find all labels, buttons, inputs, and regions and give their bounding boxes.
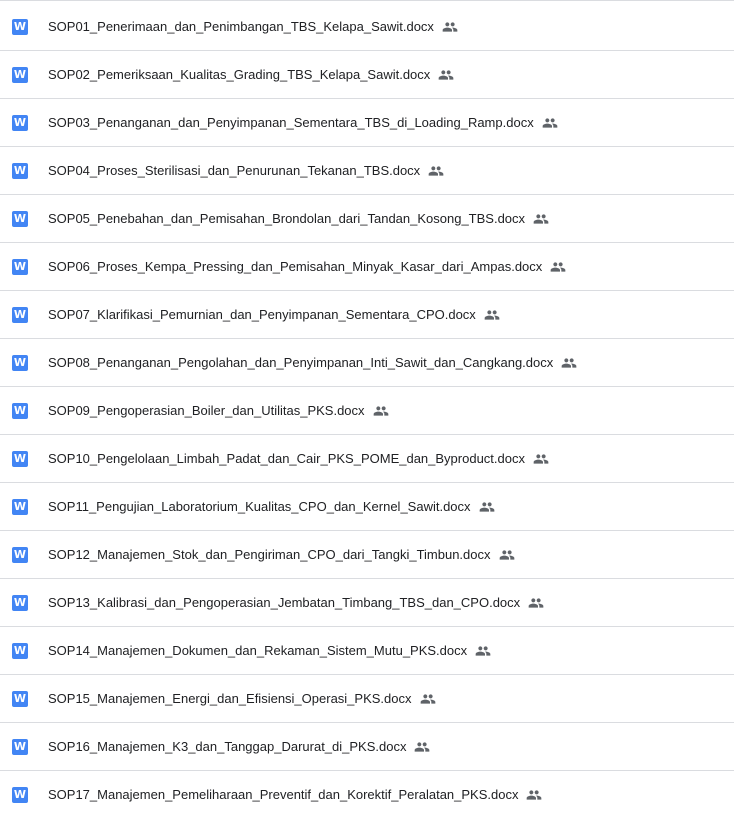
word-doc-icon: W bbox=[12, 354, 28, 371]
file-name[interactable]: SOP06_Proses_Kempa_Pressing_dan_Pemisaha… bbox=[48, 259, 566, 275]
shared-people-icon bbox=[475, 643, 491, 659]
shared-people-icon bbox=[533, 211, 549, 227]
file-name[interactable]: SOP07_Klarifikasi_Pemurnian_dan_Penyimpa… bbox=[48, 307, 500, 323]
word-doc-icon: W bbox=[12, 738, 28, 755]
shared-people-icon bbox=[526, 787, 542, 803]
file-row[interactable]: W SOP05_Penebahan_dan_Pemisahan_Brondolan… bbox=[0, 195, 734, 243]
file-name-label: SOP10_Pengelolaan_Limbah_Padat_dan_Cair_… bbox=[48, 451, 525, 466]
file-name[interactable]: SOP05_Penebahan_dan_Pemisahan_Brondolan_… bbox=[48, 211, 549, 227]
word-doc-icon: W bbox=[12, 546, 28, 563]
file-name-label: SOP09_Pengoperasian_Boiler_dan_Utilitas_… bbox=[48, 403, 365, 418]
file-name-label: SOP08_Penanganan_Pengolahan_dan_Penyimpa… bbox=[48, 355, 554, 370]
file-row[interactable]: W SOP07_Klarifikasi_Pemurnian_dan_Penyimp… bbox=[0, 291, 734, 339]
word-doc-icon: W bbox=[12, 114, 28, 131]
file-name[interactable]: SOP08_Penanganan_Pengolahan_dan_Penyimpa… bbox=[48, 355, 577, 371]
shared-people-icon bbox=[420, 691, 436, 707]
file-name-label: SOP13_Kalibrasi_dan_Pengoperasian_Jembat… bbox=[48, 595, 521, 610]
file-name[interactable]: SOP13_Kalibrasi_dan_Pengoperasian_Jembat… bbox=[48, 595, 544, 611]
file-row[interactable]: W SOP11_Pengujian_Laboratorium_Kualitas_C… bbox=[0, 483, 734, 531]
shared-people-icon bbox=[479, 499, 495, 515]
file-row[interactable]: W SOP02_Pemeriksaan_Kualitas_Grading_TBS_… bbox=[0, 51, 734, 99]
file-name-label: SOP11_Pengujian_Laboratorium_Kualitas_CP… bbox=[48, 499, 471, 514]
file-row[interactable]: W SOP12_Manajemen_Stok_dan_Pengiriman_CPO… bbox=[0, 531, 734, 579]
file-row[interactable]: W SOP17_Manajemen_Pemeliharaan_Preventif_… bbox=[0, 771, 734, 818]
file-row[interactable]: W SOP09_Pengoperasian_Boiler_dan_Utilitas… bbox=[0, 387, 734, 435]
word-doc-icon: W bbox=[12, 498, 28, 515]
file-name-label: SOP07_Klarifikasi_Pemurnian_dan_Penyimpa… bbox=[48, 307, 476, 322]
word-doc-icon: W bbox=[12, 210, 28, 227]
file-name[interactable]: SOP10_Pengelolaan_Limbah_Padat_dan_Cair_… bbox=[48, 451, 549, 467]
file-row[interactable]: W SOP16_Manajemen_K3_dan_Tanggap_Darurat_… bbox=[0, 723, 734, 771]
file-name-label: SOP06_Proses_Kempa_Pressing_dan_Pemisaha… bbox=[48, 259, 543, 274]
shared-people-icon bbox=[528, 595, 544, 611]
file-name[interactable]: SOP03_Penanganan_dan_Penyimpanan_Sementa… bbox=[48, 115, 558, 131]
word-doc-icon: W bbox=[12, 18, 28, 35]
file-row[interactable]: W SOP15_Manajemen_Energi_dan_Efisiensi_Op… bbox=[0, 675, 734, 723]
file-row[interactable]: W SOP03_Penanganan_dan_Penyimpanan_Sement… bbox=[0, 99, 734, 147]
file-row[interactable]: W SOP13_Kalibrasi_dan_Pengoperasian_Jemba… bbox=[0, 579, 734, 627]
file-name[interactable]: SOP12_Manajemen_Stok_dan_Pengiriman_CPO_… bbox=[48, 547, 515, 563]
file-name-label: SOP05_Penebahan_dan_Pemisahan_Brondolan_… bbox=[48, 211, 526, 226]
shared-people-icon bbox=[484, 307, 500, 323]
file-row[interactable]: W SOP14_Manajemen_Dokumen_dan_Rekaman_Sis… bbox=[0, 627, 734, 675]
shared-people-icon bbox=[428, 163, 444, 179]
shared-people-icon bbox=[550, 259, 566, 275]
word-doc-icon: W bbox=[12, 642, 28, 659]
file-name[interactable]: SOP15_Manajemen_Energi_dan_Efisiensi_Ope… bbox=[48, 691, 436, 707]
file-name-label: SOP14_Manajemen_Dokumen_dan_Rekaman_Sist… bbox=[48, 643, 468, 658]
word-doc-icon: W bbox=[12, 690, 28, 707]
word-doc-icon: W bbox=[12, 306, 28, 323]
word-doc-icon: W bbox=[12, 450, 28, 467]
file-name-label: SOP17_Manajemen_Pemeliharaan_Preventif_d… bbox=[48, 787, 519, 802]
shared-people-icon bbox=[438, 67, 454, 83]
file-name-label: SOP02_Pemeriksaan_Kualitas_Grading_TBS_K… bbox=[48, 67, 431, 82]
file-name-label: SOP01_Penerimaan_dan_Penimbangan_TBS_Kel… bbox=[48, 19, 434, 34]
word-doc-icon: W bbox=[12, 402, 28, 419]
file-row[interactable]: W SOP08_Penanganan_Pengolahan_dan_Penyimp… bbox=[0, 339, 734, 387]
word-doc-icon: W bbox=[12, 594, 28, 611]
file-name-label: SOP03_Penanganan_dan_Penyimpanan_Sementa… bbox=[48, 115, 534, 130]
file-list: W SOP01_Penerimaan_dan_Penimbangan_TBS_Ke… bbox=[0, 0, 734, 818]
file-row[interactable]: W SOP01_Penerimaan_dan_Penimbangan_TBS_Ke… bbox=[0, 3, 734, 51]
shared-people-icon bbox=[442, 19, 458, 35]
shared-people-icon bbox=[499, 547, 515, 563]
file-name[interactable]: SOP02_Pemeriksaan_Kualitas_Grading_TBS_K… bbox=[48, 67, 454, 83]
file-name[interactable]: SOP17_Manajemen_Pemeliharaan_Preventif_d… bbox=[48, 787, 542, 803]
file-name[interactable]: SOP09_Pengoperasian_Boiler_dan_Utilitas_… bbox=[48, 403, 389, 419]
file-name-label: SOP16_Manajemen_K3_dan_Tanggap_Darurat_d… bbox=[48, 739, 407, 754]
file-name-label: SOP04_Proses_Sterilisasi_dan_Penurunan_T… bbox=[48, 163, 421, 178]
file-name-label: SOP12_Manajemen_Stok_dan_Pengiriman_CPO_… bbox=[48, 547, 491, 562]
file-row[interactable]: W SOP06_Proses_Kempa_Pressing_dan_Pemisah… bbox=[0, 243, 734, 291]
file-name[interactable]: SOP04_Proses_Sterilisasi_dan_Penurunan_T… bbox=[48, 163, 444, 179]
shared-people-icon bbox=[542, 115, 558, 131]
word-doc-icon: W bbox=[12, 66, 28, 83]
word-doc-icon: W bbox=[12, 786, 28, 803]
file-name[interactable]: SOP01_Penerimaan_dan_Penimbangan_TBS_Kel… bbox=[48, 19, 458, 35]
file-name[interactable]: SOP16_Manajemen_K3_dan_Tanggap_Darurat_d… bbox=[48, 739, 430, 755]
shared-people-icon bbox=[533, 451, 549, 467]
shared-people-icon bbox=[414, 739, 430, 755]
file-row[interactable]: W SOP04_Proses_Sterilisasi_dan_Penurunan_… bbox=[0, 147, 734, 195]
file-name[interactable]: SOP14_Manajemen_Dokumen_dan_Rekaman_Sist… bbox=[48, 643, 491, 659]
file-name[interactable]: SOP11_Pengujian_Laboratorium_Kualitas_CP… bbox=[48, 499, 495, 515]
shared-people-icon bbox=[373, 403, 389, 419]
file-row[interactable]: W SOP10_Pengelolaan_Limbah_Padat_dan_Cair… bbox=[0, 435, 734, 483]
word-doc-icon: W bbox=[12, 162, 28, 179]
file-name-label: SOP15_Manajemen_Energi_dan_Efisiensi_Ope… bbox=[48, 691, 412, 706]
shared-people-icon bbox=[561, 355, 577, 371]
word-doc-icon: W bbox=[12, 258, 28, 275]
